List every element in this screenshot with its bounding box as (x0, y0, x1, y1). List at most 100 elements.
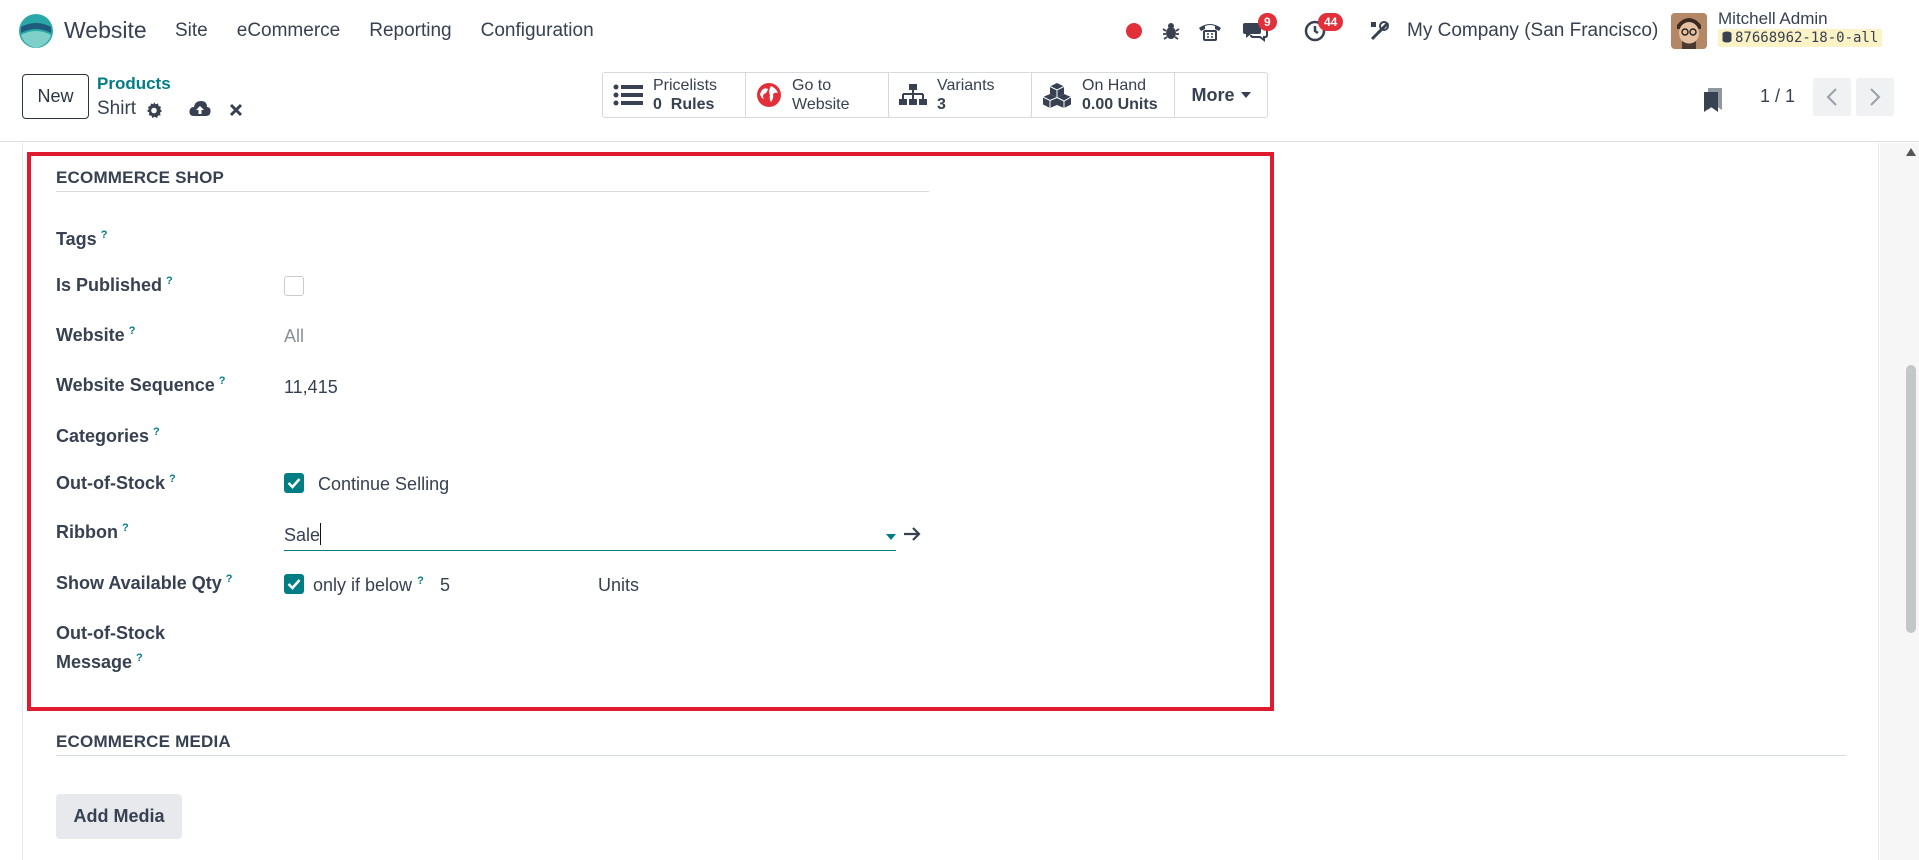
website-label: Website? (56, 325, 135, 346)
more-smart-button[interactable]: More (1175, 73, 1267, 117)
top-navbar: Website Site eCommerce Reporting Configu… (0, 0, 1919, 62)
website-sequence-label: Website Sequence? (56, 375, 225, 396)
ribbon-open-record-button[interactable] (902, 524, 922, 544)
discard-button[interactable] (226, 100, 246, 120)
save-button[interactable] (188, 98, 212, 120)
text-cursor (320, 523, 322, 545)
bookmark-button[interactable] (1700, 84, 1726, 114)
show-available-qty-help-icon[interactable]: ? (226, 573, 233, 585)
ribbon-dropdown-toggle[interactable] (884, 530, 898, 544)
go-to-label: Go to (792, 77, 832, 94)
show-available-qty-label: Show Available Qty? (56, 573, 232, 594)
ecommerce-media-title: ECOMMERCE MEDIA (56, 732, 231, 751)
on-hand-unit: Units (1117, 96, 1158, 113)
website-sequence-label-text: Website Sequence (56, 375, 215, 395)
website-sequence-input[interactable]: 11,415 (284, 377, 338, 398)
recording-indicator[interactable] (1124, 0, 1144, 62)
database-icon (1722, 31, 1732, 43)
scrollbar-thumb[interactable] (1906, 365, 1916, 633)
categories-label-text: Categories (56, 426, 150, 446)
activities-button[interactable] (1300, 0, 1330, 62)
variants-count: 3 (937, 96, 946, 113)
threshold-input[interactable]: 5 (440, 575, 450, 596)
activities-count-badge: 44 (1318, 13, 1344, 31)
smart-buttons: Pricelists 0 Rules Go to Website Variant… (602, 72, 1268, 118)
is-published-help-icon[interactable]: ? (166, 275, 173, 287)
categories-help-icon[interactable]: ? (153, 426, 160, 438)
ribbon-label-text: Ribbon (56, 522, 118, 542)
add-media-button[interactable]: Add Media (56, 794, 182, 839)
website-sequence-help-icon[interactable]: ? (219, 375, 226, 387)
next-record-button[interactable] (1856, 78, 1894, 116)
pager-value[interactable]: 1 / 1 (1760, 86, 1795, 107)
continue-selling-checkbox[interactable] (284, 473, 304, 493)
ecommerce-media-divider (56, 755, 1846, 756)
pricelists-unit: Rules (670, 96, 715, 113)
continue-selling-label[interactable]: Continue Selling (318, 474, 449, 495)
phone-icon (1199, 24, 1221, 41)
oos-message-label-text: Message (56, 652, 133, 672)
menu-item-ecommerce[interactable]: eCommerce (237, 20, 340, 42)
form-sheet-right-border (1878, 143, 1879, 860)
highlight-box (27, 152, 1274, 711)
messages-count-badge: 9 (1258, 13, 1277, 31)
oos-message-label-line1: Out-of-Stock (56, 623, 165, 643)
tags-help-icon[interactable]: ? (101, 229, 108, 241)
debug-button[interactable] (1160, 0, 1182, 62)
main-menu: Site eCommerce Reporting Configuration (175, 20, 594, 42)
only-if-below-label: only if below? (313, 575, 424, 596)
website-select[interactable]: All (284, 326, 304, 347)
pricelists-smart-button[interactable]: Pricelists 0 Rules (603, 73, 746, 117)
website-help-icon[interactable]: ? (129, 325, 136, 337)
user-name[interactable]: Mitchell Admin (1718, 9, 1828, 29)
form-sheet-left-border (22, 143, 23, 860)
menu-item-reporting[interactable]: Reporting (369, 20, 451, 42)
messages-button[interactable] (1240, 0, 1270, 62)
pricelists-count: 0 (653, 96, 662, 113)
phone-button[interactable] (1196, 0, 1224, 62)
scroll-up-arrow-icon[interactable] (1906, 148, 1916, 156)
out-of-stock-help-icon[interactable]: ? (169, 473, 176, 485)
website-label: Website (792, 96, 850, 113)
is-published-label-text: Is Published (56, 275, 163, 295)
settings-tools-button[interactable] (1368, 0, 1392, 62)
tools-icon (1370, 21, 1390, 41)
caret-down-icon (886, 534, 896, 540)
globe-icon (757, 83, 781, 107)
website-label-text: Website (56, 325, 125, 345)
show-available-qty-checkbox[interactable] (284, 574, 304, 594)
app-logo-icon[interactable] (18, 13, 54, 49)
ribbon-help-icon[interactable]: ? (122, 522, 129, 534)
record-title: Shirt (97, 98, 137, 119)
ecommerce-shop-title: ECOMMERCE SHOP (56, 168, 225, 187)
variants-smart-button[interactable]: Variants 3 (889, 73, 1032, 117)
previous-record-button[interactable] (1813, 78, 1851, 116)
bookmark-icon (1704, 88, 1722, 112)
oos-message-help-icon[interactable]: ? (136, 652, 143, 664)
on-hand-smart-button[interactable]: On Hand 0.00 Units (1032, 73, 1175, 117)
variants-label: Variants (937, 77, 995, 94)
new-button[interactable]: New (22, 74, 89, 119)
company-switcher[interactable]: My Company (San Francisco) (1407, 20, 1658, 42)
only-if-below-help-icon[interactable]: ? (417, 575, 424, 587)
out-of-stock-label-text: Out-of-Stock (56, 473, 165, 493)
chevron-left-icon (1826, 88, 1837, 106)
record-actions-button[interactable] (143, 99, 165, 121)
chevron-right-icon (1870, 88, 1881, 106)
ecommerce-shop-divider (56, 191, 929, 192)
check-icon (287, 478, 301, 489)
on-hand-label: On Hand (1082, 77, 1147, 94)
app-name[interactable]: Website (64, 17, 147, 44)
only-if-below-text: only if below (313, 575, 413, 595)
is-published-checkbox[interactable] (284, 276, 304, 296)
menu-item-configuration[interactable]: Configuration (481, 20, 594, 42)
breadcrumb-products[interactable]: Products (97, 74, 171, 94)
ribbon-input[interactable]: Sale (284, 519, 896, 551)
user-avatar[interactable] (1671, 13, 1707, 49)
sitemap-icon (899, 84, 927, 105)
gear-icon (147, 102, 162, 118)
database-name: 87668962-18-0-all (1735, 30, 1879, 46)
menu-item-site[interactable]: Site (175, 20, 208, 42)
list-icon (613, 84, 643, 106)
go-to-website-smart-button[interactable]: Go to Website (746, 73, 889, 117)
